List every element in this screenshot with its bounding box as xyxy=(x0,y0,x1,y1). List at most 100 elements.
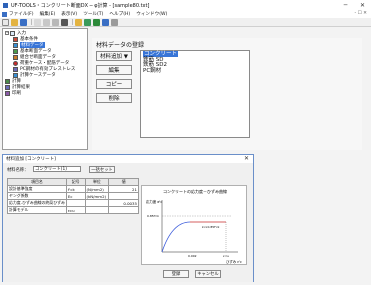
table-cell xyxy=(65,199,86,207)
copy-button[interactable]: コピー xyxy=(96,79,132,89)
stress-curve xyxy=(161,221,191,253)
dialog-close-button[interactable]: ✕ xyxy=(244,155,249,163)
column-header: 記号 xyxy=(65,178,86,186)
menu-bar: ファイル(F) 編集(E) 表示(V) ツール(T) ヘルプ(H) ウィンドウ(… xyxy=(0,10,371,18)
table-cell: Ec xyxy=(65,192,86,200)
menu-file[interactable]: ファイル(F) xyxy=(9,11,34,17)
dialog-body: 材料名称： コンクリート(1) 一括セット 項目名 記号 単位 値 設計基準強度… xyxy=(3,163,253,282)
list-item[interactable]: PC鋼材 xyxy=(143,67,247,75)
menu-tools[interactable]: ツール(T) xyxy=(83,11,103,17)
menu-window[interactable]: ウィンドウ(W) xyxy=(136,11,167,17)
table-cell: 計算モデル xyxy=(7,206,67,214)
graph-title: コンクリートの応力度－ひずみ曲線 xyxy=(163,188,227,194)
table-header-row: 項目名 記号 単位 値 xyxy=(7,178,139,186)
material-add-dialog: 材料追加 [コンクリート] ✕ 材料名称： コンクリート(1) 一括セット 項目… xyxy=(2,154,254,282)
register-button[interactable]: 登録 xyxy=(163,270,189,278)
cut-icon[interactable] xyxy=(34,18,41,26)
column-header: 値 xyxy=(108,178,139,186)
material-name-label: 材料名称： xyxy=(7,168,29,173)
menu-help[interactable]: ヘルプ(H) xyxy=(109,11,130,17)
combined-section-icon xyxy=(13,54,18,60)
dialog-title: 材料追加 [コンクリート] xyxy=(6,157,56,162)
y-tick-label: 0.85f'ck xyxy=(147,214,159,218)
table-row[interactable]: 計算モデル εcu xyxy=(7,206,139,214)
tree-item-label: 印刷 xyxy=(12,91,21,96)
table-cell: (kN/mm2) xyxy=(84,192,110,200)
folder-icon xyxy=(10,30,15,36)
window-controls: ─ ✕ xyxy=(337,0,371,10)
table-row[interactable]: 応力度-ひずみ曲線の終局ひずみ 0.0035 xyxy=(7,199,139,207)
title-bar: UF-TOOLS・コンクリート断面DX ─ φ計算 - [sample80.tx… xyxy=(0,0,371,10)
collapse-icon[interactable]: − xyxy=(5,31,9,35)
menu-edit[interactable]: 編集(E) xyxy=(40,11,56,17)
delete-button[interactable]: 削除 xyxy=(96,93,132,103)
table-cell xyxy=(84,199,110,207)
run-icon[interactable] xyxy=(93,18,100,26)
dialog-title-bar: 材料追加 [コンクリート] ✕ xyxy=(3,155,253,163)
table-row[interactable]: ヤング係数 Ec (kN/mm2) xyxy=(7,192,139,200)
info-icon[interactable] xyxy=(111,18,118,26)
column-header: 項目名 xyxy=(7,178,67,186)
x-tick-label: 0.002 xyxy=(188,254,197,258)
new-file-icon[interactable] xyxy=(2,18,9,26)
toolbar-divider xyxy=(72,19,73,25)
table-cell-value[interactable]: 21 xyxy=(108,185,139,193)
save-icon[interactable] xyxy=(20,18,27,26)
mdi-controls[interactable]: - ☐ ✕ xyxy=(354,11,367,16)
print-icon[interactable] xyxy=(61,18,68,26)
bulk-set-button[interactable]: 一括セット xyxy=(89,166,115,173)
load-case-icon xyxy=(13,60,18,66)
material-panel: 材料データの登録 材料追加 ▼ 編集 コピー 削除 コンクリート 鉄筋 SD 鉄… xyxy=(92,38,362,150)
tree-item-print[interactable]: 印刷 xyxy=(5,90,85,96)
table-cell-value[interactable] xyxy=(108,206,139,214)
table-cell: εcu xyxy=(65,206,86,214)
toolbar xyxy=(0,18,371,27)
table-cell-value[interactable] xyxy=(108,192,139,200)
paste-icon[interactable] xyxy=(52,18,59,26)
column-header: 単位 xyxy=(84,178,110,186)
table-cell: ヤング係数 xyxy=(7,192,67,200)
cancel-button[interactable]: キャンセル xyxy=(195,270,221,278)
copy-icon[interactable] xyxy=(43,18,50,26)
basic-conditions-icon xyxy=(13,36,18,42)
property-table: 項目名 記号 単位 値 設計基準強度 f'ck (N/mm2) 21 ヤング係数… xyxy=(7,178,139,214)
document-icon xyxy=(2,11,7,17)
material-data-icon xyxy=(13,42,18,48)
table-cell-value[interactable]: 0.0035 xyxy=(108,199,139,207)
app-logo-icon xyxy=(3,2,8,8)
minimize-button[interactable]: ─ xyxy=(337,0,354,10)
print-icon xyxy=(5,90,10,96)
x-tick-label: ε'cu xyxy=(223,254,229,258)
toolbar-divider xyxy=(31,19,32,25)
prestress-icon xyxy=(13,66,18,72)
graph-x-label: ひずみ ε'c xyxy=(226,259,242,264)
material-name-input[interactable]: コンクリート(1) xyxy=(33,166,81,172)
table-cell xyxy=(84,206,110,214)
menu-view[interactable]: 表示(V) xyxy=(61,11,77,17)
material-list[interactable]: コンクリート 鉄筋 SD 鉄筋 SD2 PC鋼材 xyxy=(140,50,250,138)
graph-canvas: コンクリートの応力度－ひずみ曲線 応力度 σ'c 0.85f'ck k₁×0.8… xyxy=(146,188,242,264)
help-icon[interactable] xyxy=(75,18,82,26)
add-material-button[interactable]: 材料追加 ▼ xyxy=(96,51,132,61)
calculate-icon[interactable] xyxy=(84,18,91,26)
calc-case-icon xyxy=(13,72,18,78)
open-folder-icon[interactable] xyxy=(11,18,18,26)
stress-strain-graph: コンクリートの応力度－ひずみ曲線 応力度 σ'c 0.85f'ck k₁×0.8… xyxy=(141,185,247,265)
results-icon xyxy=(5,84,10,90)
table-cell: f'ck xyxy=(65,185,86,193)
calculate-icon xyxy=(5,78,10,84)
list-item-label: PC鋼材 xyxy=(143,67,162,74)
table-cell: 応力度-ひずみ曲線の終局ひずみ xyxy=(7,199,67,207)
table-cell: 設計基準強度 xyxy=(7,185,67,193)
navigation-tree: − 入力 基本条件 材料データ 基本断面データ 組合せ断面データ 荷重ケース・配… xyxy=(2,28,88,150)
table-cell: (N/mm2) xyxy=(84,185,110,193)
section-icon xyxy=(13,48,18,54)
peak-label: k₁×0.85f'ck xyxy=(202,225,220,229)
panel-title: 材料データの登録 xyxy=(96,42,145,49)
close-button[interactable]: ✕ xyxy=(354,0,371,10)
graph-y-label: 応力度 σ'c xyxy=(146,199,162,204)
table-row[interactable]: 設計基準強度 f'ck (N/mm2) 21 xyxy=(7,185,139,193)
settings-icon[interactable] xyxy=(102,18,109,26)
edit-button[interactable]: 編集 xyxy=(96,65,132,75)
app-window: UF-TOOLS・コンクリート断面DX ─ φ計算 - [sample80.tx… xyxy=(0,0,371,285)
